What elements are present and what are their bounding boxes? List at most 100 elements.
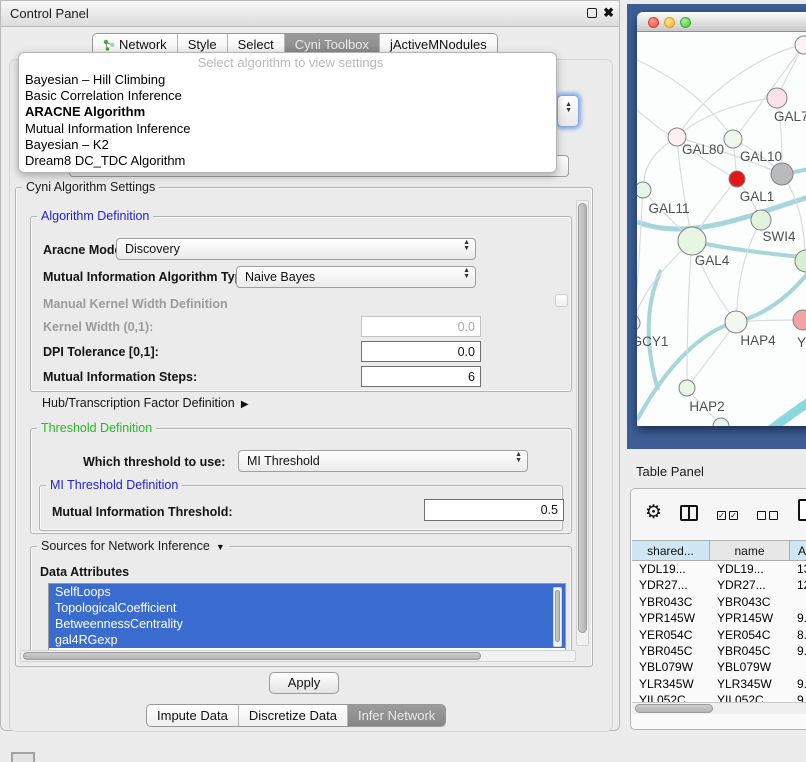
restore-panel-icon[interactable] (11, 752, 35, 762)
attribute-item-betweennesscentrality[interactable]: BetweennessCentrality (49, 616, 565, 632)
table-row[interactable]: YLR345WYLR345W9. (632, 676, 806, 692)
kernel-width-field[interactable]: 0.0 (361, 316, 481, 337)
manual-kernel-checkbox[interactable] (555, 294, 568, 307)
which-threshold-label: Which threshold to use: (83, 455, 225, 469)
attribute-item-topologicalcoefficient[interactable]: TopologicalCoefficient (49, 600, 565, 616)
table-row[interactable]: YDL19...YDL19...13 (632, 561, 806, 577)
table-header-row: shared...nameA (632, 540, 806, 561)
settings-horizontal-scrollbar[interactable] (20, 650, 576, 662)
algorithm-option-dream8-dc-tdc-algorithm[interactable]: Dream8 DC_TDC Algorithm (25, 153, 556, 169)
hub-definition-label[interactable]: Hub/Transcription Factor Definition ▶ (42, 396, 249, 410)
node-label-gal80: GAL80 (682, 142, 724, 157)
table-row[interactable]: YER054CYER054C8. (632, 627, 806, 643)
attribute-item-gal4rgexp[interactable]: gal4RGexp (49, 632, 565, 648)
node-label-swi4: SWI4 (762, 229, 795, 244)
columns-icon[interactable] (680, 505, 698, 521)
table-row[interactable]: YPR145WYPR145W9. (632, 610, 806, 626)
data-attributes-label: Data Attributes (40, 565, 129, 579)
network-node-node-right-green[interactable] (795, 250, 806, 272)
table-panel: ⚙ ✓✓ shared...nameA YDL19...YDL19...13YD… (630, 488, 806, 730)
network-node-gal7[interactable] (767, 88, 787, 108)
aracne-mode-value: Discovery (125, 242, 180, 256)
settings-vertical-scrollbar[interactable] (576, 200, 589, 646)
table-cell: 9. (790, 643, 806, 659)
table-horizontal-scrollbar[interactable] (632, 702, 806, 714)
import-table-icon[interactable] (798, 499, 806, 521)
network-node-gcy1[interactable] (637, 315, 640, 331)
table-cell: YDL19... (632, 561, 710, 577)
table-row[interactable]: YBL079WYBL079W (632, 659, 806, 675)
dropdown-placeholder: Select algorithm to view settings (25, 55, 556, 72)
network-node-gal11[interactable] (637, 182, 651, 198)
node-label-gcy1: GCY1 (637, 334, 668, 349)
table-row[interactable]: YBR043CYBR043C (632, 594, 806, 610)
algorithm-option-basic-correlation-inference[interactable]: Basic Correlation Inference (25, 88, 556, 104)
which-threshold-combo[interactable]: MI Threshold ▲▼ (238, 450, 528, 472)
network-window-titlebar[interactable] (637, 12, 806, 32)
action-tab-infer-network[interactable]: Infer Network (347, 705, 445, 726)
tab-label: Network (119, 37, 167, 52)
column-header-shared[interactable]: shared... (632, 540, 710, 561)
node-label-node-pink: Y (797, 335, 806, 350)
select-all-columns-icon[interactable]: ✓✓ (717, 511, 738, 520)
close-traffic-light-icon[interactable] (648, 17, 659, 28)
network-node-node-top[interactable] (795, 36, 806, 54)
node-label-hap2: HAP2 (689, 399, 724, 414)
mi-steps-field[interactable]: 6 (361, 366, 481, 387)
algorithm-option-mutual-information-inference[interactable]: Mutual Information Inference (25, 121, 556, 137)
control-panel-titlebar: Control Panel ✖ (1, 1, 619, 27)
algorithm-option-bayesian-k2[interactable]: Bayesian – K2 (25, 137, 556, 153)
deselect-all-columns-icon[interactable] (757, 511, 778, 520)
table-row[interactable]: YIL052CYIL052C9 (632, 692, 806, 702)
column-header-a[interactable]: A (790, 540, 806, 561)
dpi-tolerance-field[interactable]: 0.0 (361, 341, 481, 362)
apply-button[interactable]: Apply (269, 672, 339, 694)
close-icon[interactable]: ✖ (603, 5, 614, 21)
mi-type-value: Naive Bayes (245, 270, 315, 284)
network-node-node-gray[interactable] (771, 163, 793, 185)
collapse-down-icon[interactable]: ▼ (213, 542, 224, 552)
table-row[interactable]: YBR045CYBR045C9. (632, 643, 806, 659)
stepper-arrows-icon: ▲▼ (463, 240, 470, 252)
network-canvas[interactable]: GAL7GAL80GAL10GAL1GAL11SWI4GAL4GCY1HAP4Y… (637, 32, 806, 426)
network-desktop: GAL7GAL80GAL10GAL1GAL11SWI4GAL4GCY1HAP4Y… (627, 4, 806, 449)
dpi-tolerance-label: DPI Tolerance [0,1]: (43, 345, 159, 359)
network-node-swi4[interactable] (751, 210, 771, 230)
action-tab-discretize-data[interactable]: Discretize Data (238, 705, 347, 726)
table-cell: 13 (790, 561, 806, 577)
gear-icon[interactable]: ⚙ (645, 501, 662, 524)
algorithm-option-aracne-algorithm[interactable]: ARACNE Algorithm (25, 104, 556, 120)
hub-definition-text: Hub/Transcription Factor Definition (42, 396, 235, 410)
network-node-gal1[interactable] (729, 171, 745, 187)
mi-type-combo[interactable]: Naive Bayes ▲▼ (236, 266, 476, 288)
network-view-window[interactable]: GAL7GAL80GAL10GAL1GAL11SWI4GAL4GCY1HAP4Y… (637, 12, 806, 426)
table-cell: YBL079W (632, 659, 710, 675)
minimize-traffic-light-icon[interactable] (664, 17, 675, 28)
float-window-icon[interactable] (587, 8, 597, 18)
network-node-gal10[interactable] (724, 130, 742, 148)
stepper-arrows-icon: ▲▼ (565, 102, 572, 114)
table-cell: YDR27... (710, 577, 790, 593)
table-cell: 8. (790, 627, 806, 643)
inference-algorithm-combo-stepper[interactable]: ▲▼ (557, 95, 579, 127)
network-node-hap4[interactable] (725, 311, 747, 333)
attribute-item-selfloops[interactable]: SelfLoops (49, 584, 565, 600)
table-row[interactable]: YDR27...YDR27...12 (632, 577, 806, 593)
column-header-name[interactable]: name (710, 540, 790, 561)
zoom-traffic-light-icon[interactable] (680, 17, 691, 28)
action-tab-bar: Impute DataDiscretize DataInfer Network (146, 704, 446, 727)
aracne-mode-combo[interactable]: Discovery ▲▼ (116, 238, 476, 260)
sources-group-title[interactable]: Sources for Network Inference ▼ (37, 539, 229, 553)
table-cell: YBR045C (632, 643, 710, 659)
mi-threshold-field[interactable]: 0.5 (424, 499, 564, 521)
table-cell: 12 (790, 577, 806, 593)
expand-right-icon[interactable]: ▶ (238, 399, 248, 410)
network-node-node-pink[interactable] (793, 310, 806, 330)
network-node-gal4[interactable] (678, 227, 706, 255)
table-cell (790, 594, 806, 610)
data-attributes-list: SelfLoopsTopologicalCoefficientBetweenne… (48, 583, 566, 653)
action-tab-impute-data[interactable]: Impute Data (147, 705, 238, 726)
algorithm-option-bayesian-hill-climbing[interactable]: Bayesian – Hill Climbing (25, 72, 556, 88)
network-node-hap2[interactable] (679, 380, 695, 396)
list-scrollbar[interactable] (553, 587, 562, 647)
